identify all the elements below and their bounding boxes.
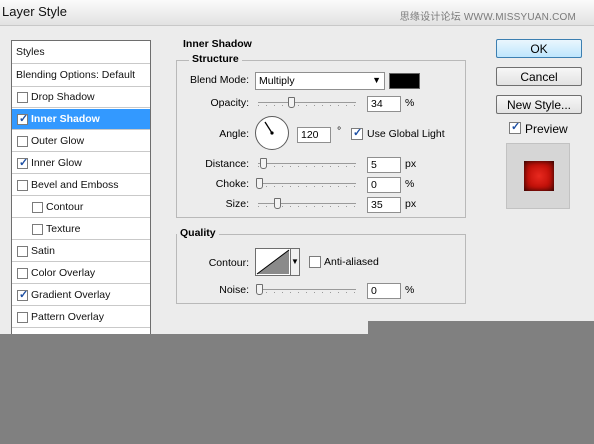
use-global-light-checkbox[interactable] (351, 126, 363, 140)
size-input[interactable]: 35 (367, 197, 401, 213)
inner-glow-checkbox[interactable] (17, 156, 28, 169)
style-item-bevel-emboss[interactable]: Bevel and Emboss (12, 175, 150, 196)
style-item-drop-shadow[interactable]: Drop Shadow (12, 87, 150, 108)
choke-slider-thumb[interactable] (256, 178, 263, 189)
anti-aliased-label: Anti-aliased (324, 256, 379, 268)
noise-slider[interactable] (256, 284, 356, 296)
distance-input[interactable]: 5 (367, 157, 401, 173)
opacity-unit: % (405, 97, 415, 109)
noise-unit: % (405, 284, 415, 296)
use-global-light-label: Use Global Light (367, 128, 445, 140)
outer-glow-checkbox[interactable] (17, 136, 28, 147)
styles-list: Styles Blending Options: Default Drop Sh… (11, 40, 151, 336)
preview-label: Preview (525, 122, 568, 136)
structure-group: Structure Blend Mode: Multiply ▼ Opacity… (176, 53, 466, 218)
noise-input[interactable]: 0 (367, 283, 401, 299)
size-slider-thumb[interactable] (274, 198, 281, 209)
preview-swatch (524, 161, 554, 191)
bevel-emboss-checkbox[interactable] (17, 180, 28, 191)
preview-checkbox[interactable] (509, 120, 521, 134)
anti-aliased-checkbox[interactable] (309, 256, 321, 268)
texture-checkbox[interactable] (32, 224, 43, 235)
title-bar: Layer Style 思缘设计论坛 WWW.MISSYUAN.COM (0, 0, 594, 26)
opacity-label: Opacity: (210, 97, 249, 109)
shadow-color-swatch[interactable] (389, 73, 420, 89)
choke-slider[interactable] (256, 178, 356, 190)
angle-unit: ° (337, 125, 342, 137)
contour-dropdown[interactable]: ▼ (290, 248, 300, 276)
structure-title: Structure (189, 53, 242, 65)
contour-label: Contour: (208, 257, 249, 269)
styles-header[interactable]: Styles (12, 41, 150, 64)
distance-label: Distance: (205, 158, 249, 170)
watermark: 思缘设计论坛 WWW.MISSYUAN.COM (399, 12, 576, 23)
drop-shadow-checkbox[interactable] (17, 92, 28, 103)
inner-shadow-checkbox[interactable] (17, 112, 28, 125)
blending-options-item[interactable]: Blending Options: Default (12, 64, 150, 87)
distance-slider[interactable] (258, 158, 356, 170)
new-style-button[interactable]: New Style... (496, 95, 582, 114)
style-item-texture[interactable]: Texture (12, 219, 150, 240)
opacity-input[interactable]: 34 (367, 96, 401, 112)
noise-label: Noise: (219, 284, 249, 296)
noise-slider-thumb[interactable] (256, 284, 263, 295)
size-unit: px (405, 198, 417, 210)
distance-unit: px (405, 158, 417, 170)
style-item-color-overlay[interactable]: Color Overlay (12, 263, 150, 284)
gray-overlay-step (368, 321, 594, 335)
angle-needle-icon (264, 121, 274, 135)
cancel-button[interactable]: Cancel (496, 67, 582, 86)
style-item-gradient-overlay[interactable]: Gradient Overlay (12, 285, 150, 306)
quality-group: Quality Contour: ▼ Anti-aliased Noise: 0… (176, 227, 466, 304)
window-title: Layer Style (2, 4, 68, 19)
choke-label: Choke: (215, 178, 249, 190)
panel-title: Inner Shadow (183, 38, 252, 50)
style-item-outer-glow[interactable]: Outer Glow (12, 131, 150, 152)
style-item-pattern-overlay[interactable]: Pattern Overlay (12, 307, 150, 328)
preview-thumbnail (506, 143, 570, 209)
blend-mode-select[interactable]: Multiply ▼ (255, 72, 385, 90)
angle-input[interactable]: 120 (297, 127, 331, 143)
layer-style-dialog: Styles Blending Options: Default Drop Sh… (0, 26, 594, 336)
style-item-inner-shadow[interactable]: Inner Shadow (12, 109, 150, 130)
chevron-down-icon: ▼ (291, 257, 299, 266)
quality-title: Quality (177, 227, 219, 239)
chevron-down-icon: ▼ (372, 75, 381, 85)
color-overlay-checkbox[interactable] (17, 268, 28, 279)
choke-unit: % (405, 178, 415, 190)
blend-mode-label: Blend Mode: (190, 74, 249, 86)
style-item-contour[interactable]: Contour (12, 197, 150, 218)
gray-overlay (0, 334, 594, 444)
contour-curve-icon (256, 249, 290, 275)
ok-button[interactable]: OK (496, 39, 582, 58)
angle-dial[interactable] (255, 116, 289, 150)
opacity-slider[interactable] (258, 97, 356, 109)
distance-slider-thumb[interactable] (260, 158, 267, 169)
size-label: Size: (225, 198, 249, 210)
inner-shadow-panel: Inner Shadow Structure Blend Mode: Multi… (166, 38, 476, 334)
contour-picker[interactable] (255, 248, 291, 276)
style-item-inner-glow[interactable]: Inner Glow (12, 153, 150, 174)
gradient-overlay-checkbox[interactable] (17, 288, 28, 301)
choke-input[interactable]: 0 (367, 177, 401, 193)
size-slider[interactable] (258, 198, 356, 210)
satin-checkbox[interactable] (17, 246, 28, 257)
opacity-slider-thumb[interactable] (288, 97, 295, 108)
contour-checkbox[interactable] (32, 202, 43, 213)
angle-label: Angle: (219, 128, 249, 140)
style-item-satin[interactable]: Satin (12, 241, 150, 262)
pattern-overlay-checkbox[interactable] (17, 312, 28, 323)
